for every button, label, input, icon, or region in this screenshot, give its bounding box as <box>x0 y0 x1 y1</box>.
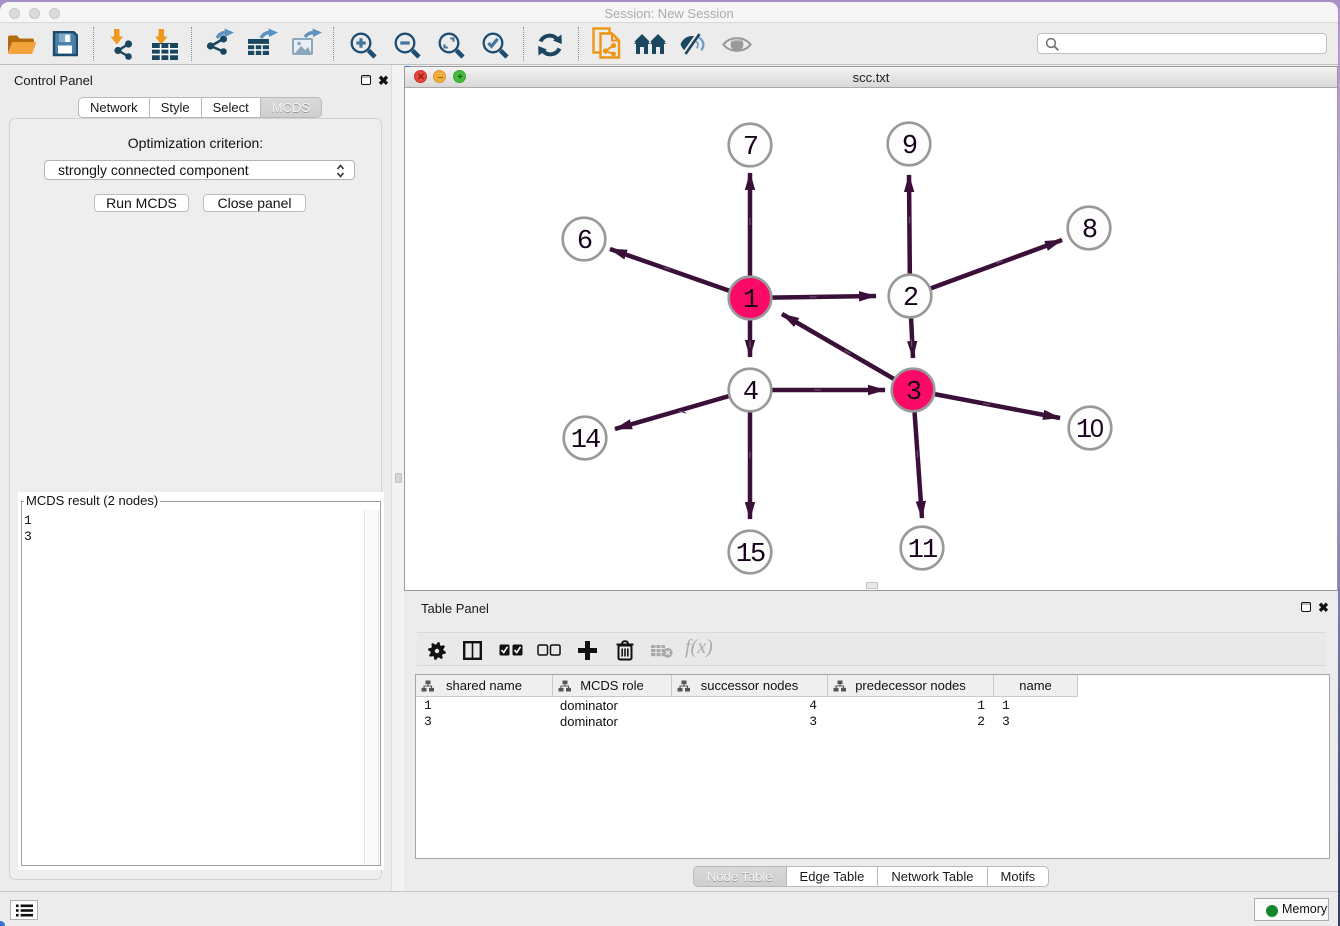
svg-text:8: 8 <box>1082 216 1097 246</box>
svg-text:7: 7 <box>743 133 758 163</box>
svg-text:1: 1 <box>1076 416 1091 446</box>
svg-text:2: 2 <box>903 284 918 314</box>
svg-text:0: 0 <box>1090 415 1104 443</box>
svg-text:4: 4 <box>743 378 758 408</box>
svg-text:11: 11 <box>908 536 937 566</box>
svg-text:9: 9 <box>902 132 917 162</box>
svg-text:15: 15 <box>736 540 765 570</box>
svg-text:6: 6 <box>577 227 592 257</box>
svg-text:1: 1 <box>743 286 758 316</box>
svg-text:14: 14 <box>571 426 600 456</box>
svg-text:3: 3 <box>906 378 921 408</box>
